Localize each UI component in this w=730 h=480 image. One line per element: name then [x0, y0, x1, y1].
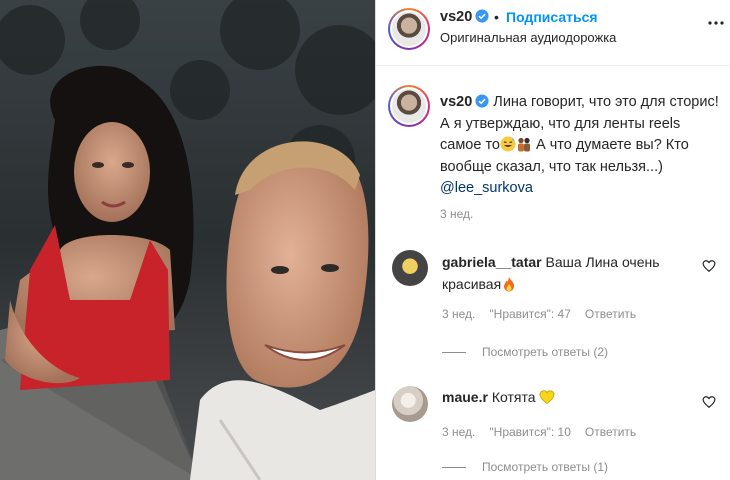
post-caption: vs20 Лина говорит, что это для сторис! А…: [440, 92, 724, 200]
comment-avatar[interactable]: [392, 250, 428, 286]
reel-video[interactable]: [0, 0, 375, 480]
comment-body: Котята: [491, 389, 536, 405]
view-replies-button[interactable]: Посмотреть ответы (2): [442, 345, 608, 359]
comment-timestamp[interactable]: 3 нед.: [442, 425, 475, 439]
comment-username[interactable]: gabriela__tatar: [442, 254, 542, 270]
audio-track-link[interactable]: Оригинальная аудиодорожка: [440, 30, 616, 45]
yellow-heart-emoji: [539, 390, 555, 405]
reply-button[interactable]: Ответить: [585, 307, 636, 321]
fire-emoji: [504, 277, 515, 292]
more-options-icon[interactable]: [706, 13, 726, 33]
heart-icon[interactable]: [702, 395, 716, 409]
comment-likes[interactable]: "Нравится": 47: [489, 307, 571, 321]
caption-author-avatar[interactable]: [388, 85, 430, 127]
comment-avatar[interactable]: [392, 386, 428, 422]
comment-text: maue.r Котята: [442, 386, 702, 408]
couple-emoji: [517, 137, 530, 152]
view-replies-label[interactable]: Посмотреть ответы (1): [482, 460, 608, 474]
author-avatar[interactable]: [388, 8, 430, 50]
heart-icon[interactable]: [702, 259, 716, 273]
reply-button[interactable]: Ответить: [585, 425, 636, 439]
grinning-sweat-emoji: [500, 136, 516, 152]
post-details-panel: vs20 • Подписаться Оригинальная аудиодор…: [375, 0, 730, 480]
comment-timestamp[interactable]: 3 нед.: [442, 307, 475, 321]
replies-divider: [442, 352, 466, 354]
follow-button[interactable]: Подписаться: [506, 9, 598, 25]
comment-likes[interactable]: "Нравится": 10: [489, 425, 571, 439]
replies-divider: [442, 467, 466, 469]
comment-meta: 3 нед. "Нравится": 10 Ответить: [442, 425, 650, 439]
view-replies-button[interactable]: Посмотреть ответы (1): [442, 460, 608, 474]
verified-badge-icon: [475, 9, 489, 23]
comment-username[interactable]: maue.r: [442, 389, 488, 405]
caption-timestamp[interactable]: 3 нед.: [440, 207, 473, 221]
caption-username[interactable]: vs20: [440, 94, 472, 110]
comment-text: gabriela__tatar Ваша Лина очень красивая: [442, 251, 702, 295]
caption-mention-link[interactable]: @lee_surkova: [440, 180, 533, 196]
post-header: vs20 • Подписаться Оригинальная аудиодор…: [376, 0, 730, 66]
author-username[interactable]: vs20: [440, 9, 489, 25]
verified-badge-icon: [475, 94, 489, 108]
view-replies-label[interactable]: Посмотреть ответы (2): [482, 345, 608, 359]
separator-dot: •: [494, 9, 499, 25]
reel-video-frame: [0, 0, 375, 480]
author-username-text[interactable]: vs20: [440, 9, 472, 25]
comment-meta: 3 нед. "Нравится": 47 Ответить: [442, 307, 650, 321]
